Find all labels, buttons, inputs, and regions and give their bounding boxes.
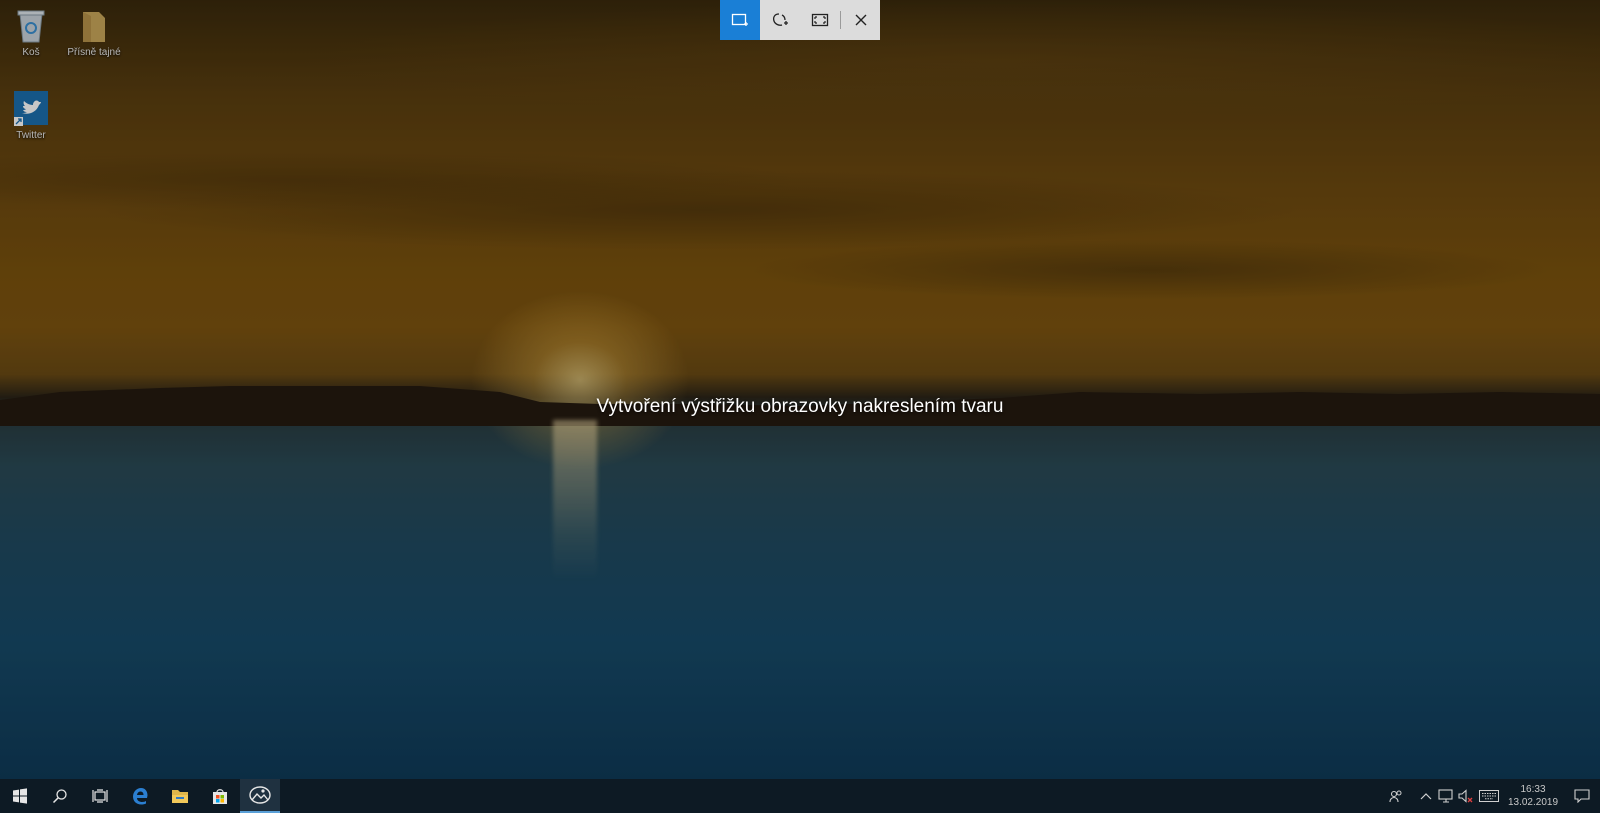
taskbar-snip-sketch[interactable]	[240, 779, 280, 813]
taskbar-edge[interactable]	[120, 779, 160, 813]
desktop-icon-folder[interactable]: Přísně tajné	[59, 8, 129, 58]
rectangular-snip-icon	[731, 13, 748, 26]
keyboard-icon	[1479, 790, 1499, 802]
recycle-bin-icon	[14, 8, 48, 44]
freeform-snip-button[interactable]	[760, 0, 800, 40]
file-explorer-icon	[172, 790, 188, 803]
network-icon	[1438, 789, 1453, 803]
snip-hint-text: Vytvoření výstřižku obrazovky nakreslení…	[596, 396, 1004, 417]
action-center-button[interactable]	[1564, 779, 1600, 813]
task-view-icon	[92, 789, 108, 803]
close-icon	[855, 14, 866, 26]
edge-icon	[133, 788, 148, 805]
chevron-up-icon	[1420, 793, 1432, 800]
system-tray: 16:33 13.02.2019	[1386, 779, 1600, 813]
touch-keyboard-button[interactable]	[1476, 779, 1502, 813]
clock-time: 16:33	[1520, 784, 1546, 795]
search-icon	[52, 789, 67, 804]
close-snip-button[interactable]	[841, 0, 880, 40]
snip-sketch-icon	[249, 786, 271, 804]
taskbar: 16:33 13.02.2019	[0, 779, 1600, 813]
desktop: Koš Přísně tajné Twitter	[0, 0, 1600, 779]
start-button[interactable]	[0, 779, 40, 813]
people-icon	[1389, 790, 1402, 803]
desktop-icon-label: Twitter	[16, 130, 46, 141]
snip-toolbar	[720, 0, 880, 40]
desktop-icon-twitter[interactable]: Twitter	[0, 91, 66, 141]
desktop-icon-label: Koš	[22, 47, 40, 58]
people-button[interactable]	[1386, 779, 1406, 813]
fullscreen-snip-icon	[811, 13, 829, 27]
wallpaper-clouds	[0, 0, 1600, 400]
clock-date: 13.02.2019	[1507, 797, 1559, 808]
taskbar-clock[interactable]: 16:33 13.02.2019	[1502, 783, 1564, 809]
taskbar-file-explorer[interactable]	[160, 779, 200, 813]
freeform-snip-icon	[773, 13, 788, 26]
folder-icon	[77, 8, 111, 44]
wallpaper-sun-reflection	[553, 420, 597, 580]
volume-button[interactable]	[1456, 779, 1476, 813]
twitter-icon	[14, 91, 48, 127]
search-button[interactable]	[40, 779, 80, 813]
show-hidden-icons-button[interactable]	[1416, 779, 1436, 813]
desktop-icon-label: Přísně tajné	[67, 47, 121, 58]
taskbar-store[interactable]	[200, 779, 240, 813]
network-button[interactable]	[1436, 779, 1456, 813]
task-view-button[interactable]	[80, 779, 120, 813]
fullscreen-snip-button[interactable]	[800, 0, 840, 40]
store-icon	[213, 789, 227, 804]
rectangular-snip-button[interactable]	[720, 0, 760, 40]
notification-icon	[1574, 789, 1590, 803]
volume-muted-icon	[1458, 789, 1473, 803]
desktop-icon-recycle-bin[interactable]: Koš	[0, 8, 66, 58]
windows-start-icon	[13, 788, 27, 804]
